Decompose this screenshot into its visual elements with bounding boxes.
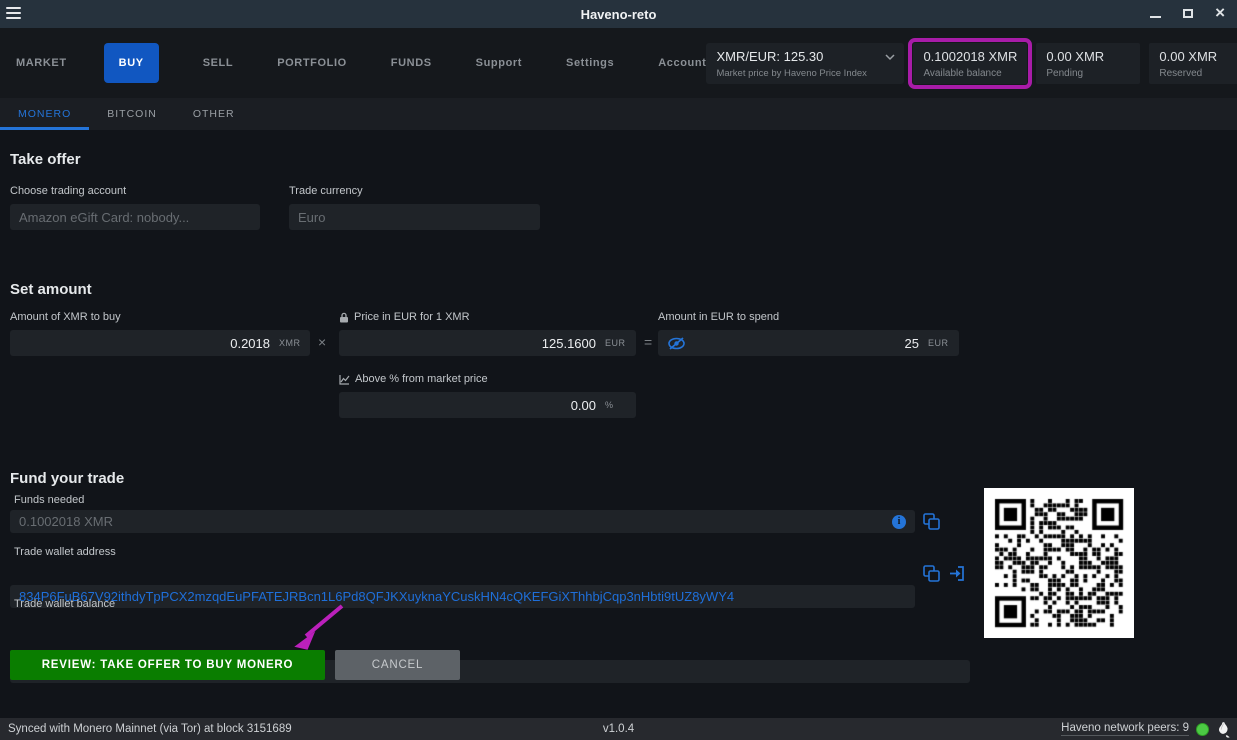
nav-sell[interactable]: SELL — [203, 47, 234, 79]
nav-portfolio[interactable]: PORTFOLIO — [277, 47, 347, 79]
reserved-balance-value: 0.00 XMR — [1159, 49, 1237, 64]
pending-balance-box: 0.00 XMR Pending — [1036, 43, 1140, 84]
take-offer-heading: Take offer — [10, 151, 81, 168]
wallet-address-value[interactable]: 834P6FuB67V92ithdyTpPCX2mzqdEuPFATEJRBcn… — [19, 589, 734, 604]
trading-account-value: Amazon eGift Card: nobody... — [19, 210, 189, 225]
reserved-balance-label: Reserved — [1159, 68, 1237, 79]
market-price-source: Market price by Haveno Price Index — [716, 68, 894, 79]
eye-slash-icon[interactable] — [667, 336, 686, 351]
status-bar: Synced with Monero Mainnet (via Tor) at … — [0, 718, 1237, 740]
spend-value: 25 — [905, 336, 919, 351]
funds-needed-field: 0.1002018 XMR i — [10, 510, 915, 533]
minimize-button[interactable] — [1150, 5, 1161, 23]
nav-settings[interactable]: Settings — [566, 47, 614, 79]
lock-icon — [339, 312, 349, 323]
market-price-value: XMR/EUR: 125.30 — [716, 49, 894, 64]
price-label: Price in EUR for 1 XMR — [339, 311, 636, 323]
nav-support[interactable]: Support — [476, 47, 522, 79]
pending-balance-value: 0.00 XMR — [1046, 49, 1130, 64]
equals-operator: = — [644, 334, 652, 350]
price-suffix: EUR — [605, 338, 627, 348]
multiply-operator: × — [318, 334, 326, 350]
reserved-balance-box: 0.00 XMR Reserved — [1149, 43, 1237, 84]
nav-market[interactable]: MARKET — [16, 47, 67, 79]
wallet-balance-label: Trade wallet balance — [14, 598, 115, 610]
nav-account[interactable]: Account — [658, 47, 706, 79]
tab-other[interactable]: OTHER — [175, 98, 253, 130]
tab-bitcoin[interactable]: BITCOIN — [89, 98, 175, 130]
app-version: v1.0.4 — [0, 723, 1237, 735]
trading-account-input[interactable]: Amazon eGift Card: nobody... — [10, 204, 260, 230]
window-title: Haveno-reto — [0, 7, 1237, 22]
price-value: 125.1600 — [542, 336, 596, 351]
close-icon: × — [1215, 3, 1225, 22]
currency-tabs: MONERO BITCOIN OTHER — [0, 98, 1237, 130]
amount-xmr-value: 0.2018 — [230, 336, 270, 351]
deviation-value: 0.00 — [571, 398, 596, 413]
trade-currency-value: Euro — [298, 210, 325, 225]
minimize-icon — [1150, 16, 1161, 18]
spend-suffix: EUR — [928, 338, 950, 348]
market-price-selector[interactable]: XMR/EUR: 125.30 Market price by Haveno P… — [706, 43, 904, 84]
maximize-icon — [1183, 9, 1193, 18]
amount-xmr-label: Amount of XMR to buy — [10, 311, 310, 323]
title-bar: Haveno-reto × — [0, 0, 1237, 28]
trend-chart-icon — [339, 374, 350, 385]
deviation-input[interactable]: 0.00 % — [339, 392, 636, 418]
fund-trade-heading: Fund your trade — [10, 470, 124, 487]
copy-funds-icon[interactable] — [922, 512, 941, 531]
trading-account-label: Choose trading account — [10, 185, 260, 197]
amount-xmr-input[interactable]: 0.2018 XMR — [10, 330, 310, 356]
trade-currency-input[interactable]: Euro — [289, 204, 540, 230]
copy-address-icon[interactable] — [922, 564, 941, 583]
review-take-offer-button[interactable]: REVIEW: TAKE OFFER TO BUY MONERO — [10, 650, 325, 680]
available-balance-label: Available balance — [923, 68, 1017, 79]
pending-balance-label: Pending — [1046, 68, 1130, 79]
open-wallet-icon[interactable] — [948, 564, 967, 583]
nav-buy[interactable]: BUY — [104, 43, 159, 83]
funds-needed-label: Funds needed — [14, 494, 84, 506]
wallet-address-label: Trade wallet address — [14, 546, 116, 558]
maximize-button[interactable] — [1183, 5, 1193, 23]
close-button[interactable]: × — [1215, 5, 1225, 23]
cancel-button[interactable]: CANCEL — [335, 650, 460, 680]
main-nav: MARKET BUY SELL PORTFOLIO FUNDS Support … — [0, 28, 1237, 98]
tab-monero[interactable]: MONERO — [0, 98, 89, 130]
deviation-label: Above % from market price — [339, 373, 636, 385]
wallet-qr-code[interactable] — [984, 488, 1134, 638]
set-amount-heading: Set amount — [10, 281, 92, 298]
available-balance-box: 0.1002018 XMR Available balance — [913, 43, 1027, 84]
deviation-suffix: % — [605, 400, 627, 410]
spend-label: Amount in EUR to spend — [658, 311, 959, 323]
trade-currency-label: Trade currency — [289, 185, 540, 197]
spend-input[interactable]: 25 EUR — [658, 330, 959, 356]
nav-funds[interactable]: FUNDS — [391, 47, 432, 79]
available-balance-value: 0.1002018 XMR — [923, 49, 1017, 64]
info-icon[interactable]: i — [892, 515, 906, 529]
price-input[interactable]: 125.1600 EUR — [339, 330, 636, 356]
amount-xmr-suffix: XMR — [279, 338, 301, 348]
funds-needed-value: 0.1002018 XMR — [19, 514, 113, 529]
chevron-down-icon — [884, 53, 896, 61]
wallet-address-field: 834P6FuB67V92ithdyTpPCX2mzqdEuPFATEJRBcn… — [10, 585, 915, 608]
